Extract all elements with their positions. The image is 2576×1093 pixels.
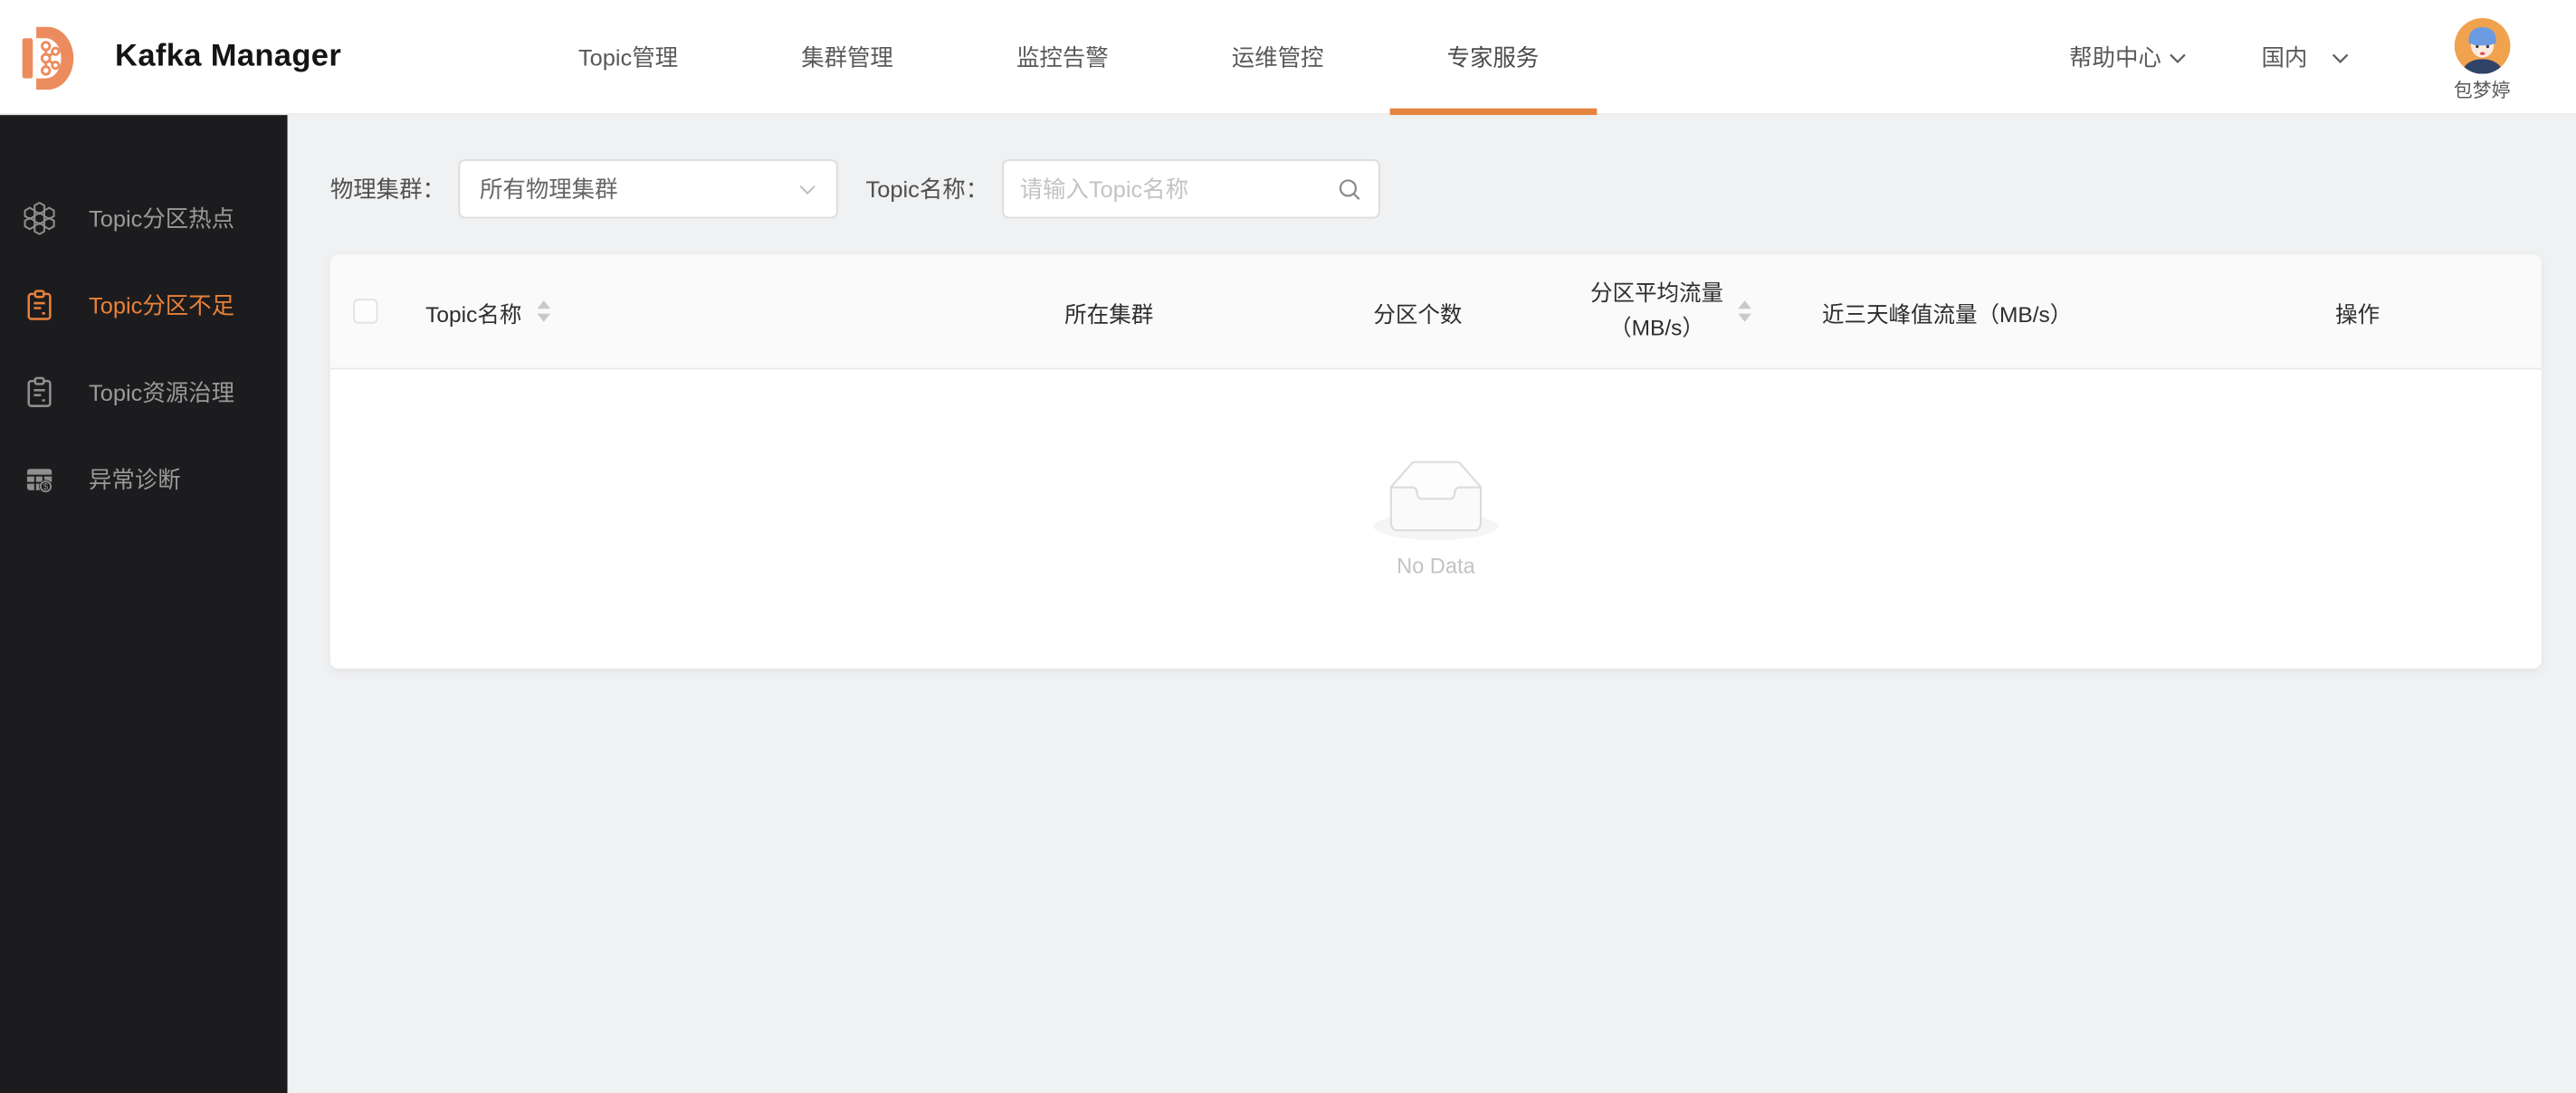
nav-item-expert-service[interactable]: 专家服务	[1389, 0, 1597, 115]
region-selector[interactable]: 国内	[2261, 41, 2348, 73]
svg-text:$: $	[43, 481, 49, 491]
table-header-cluster: 所在集群	[961, 295, 1257, 328]
top-navbar: Kafka Manager Topic管理 集群管理 监控告警 运维管控 专家服…	[0, 0, 2576, 115]
diagnosis-table-icon: $	[23, 462, 55, 495]
table-header-avg-partition-traffic: 分区平均流量 （MB/s）	[1579, 277, 1762, 346]
nav-item-ops-control[interactable]: 运维管控	[1174, 0, 1381, 115]
sort-toggle[interactable]	[1738, 300, 1751, 322]
table-header-topic-name: Topic名称	[405, 295, 961, 328]
table-header-checkbox-cell	[330, 299, 405, 323]
caret-down-icon	[1738, 314, 1751, 322]
topic-name-input[interactable]	[1020, 176, 1337, 202]
clipboard-icon	[23, 375, 55, 408]
help-center-menu[interactable]: 帮助中心	[2069, 41, 2186, 73]
username: 包梦婷	[2454, 77, 2511, 103]
cluster-filter-label: 物理集群：	[330, 173, 445, 205]
brand: Kafka Manager	[20, 0, 341, 115]
no-data-label: No Data	[1397, 554, 1475, 578]
table-header-actions: 操作	[2173, 295, 2542, 328]
sidebar-item-topic-partition-hotspot[interactable]: Topic分区热点	[0, 174, 288, 261]
sort-toggle[interactable]	[537, 300, 550, 322]
search-icon[interactable]	[1337, 176, 1361, 201]
nav-item-cluster-manage[interactable]: 集群管理	[744, 0, 951, 115]
caret-up-icon	[537, 300, 550, 309]
table-empty-state: No Data	[330, 369, 2542, 668]
nav-item-topic-manage[interactable]: Topic管理	[520, 0, 735, 115]
main-nav: Topic管理 集群管理 监控告警 运维管控 专家服务	[520, 0, 1596, 115]
select-all-checkbox[interactable]	[353, 299, 377, 323]
app-root: Kafka Manager Topic管理 集群管理 监控告警 运维管控 专家服…	[0, 0, 2576, 1093]
topic-name-filter-label: Topic名称：	[866, 173, 989, 205]
cluster-select-value: 所有物理集群	[480, 173, 798, 205]
chevron-down-icon	[2168, 52, 2186, 63]
hexagon-cluster-icon	[23, 201, 55, 233]
chevron-down-icon	[798, 183, 816, 195]
sidebar-item-topic-resource-governance[interactable]: Topic资源治理	[0, 348, 288, 435]
empty-box-icon	[1373, 460, 1498, 540]
caret-down-icon	[537, 314, 550, 322]
app-title: Kafka Manager	[115, 40, 341, 76]
navbar-right: 帮助中心 国内	[2069, 0, 2510, 115]
nav-item-monitor-alert[interactable]: 监控告警	[959, 0, 1166, 115]
clipboard-icon	[23, 289, 55, 321]
table-header-partition-count: 分区个数	[1257, 295, 1579, 328]
topic-name-inputwrap	[1002, 159, 1379, 218]
user-menu[interactable]: 包梦婷	[2454, 0, 2511, 115]
topic-table-card: Topic名称 所在集群 分区个数 分区平均流量 （MB/s）	[330, 254, 2542, 668]
kafka-manager-logo-icon	[20, 23, 76, 93]
sidebar-item-topic-partition-insufficient[interactable]: Topic分区不足	[0, 261, 288, 348]
main-content: 物理集群： 所有物理集群 Topic名称： Topic名称	[288, 115, 2576, 1093]
active-tab-underline	[1389, 109, 1597, 115]
cluster-select[interactable]: 所有物理集群	[458, 159, 837, 218]
chevron-down-icon	[2331, 52, 2349, 63]
sidebar-item-anomaly-diagnosis[interactable]: $ 异常诊断	[0, 435, 288, 522]
filter-bar: 物理集群： 所有物理集群 Topic名称：	[288, 115, 2576, 218]
avatar	[2454, 18, 2510, 74]
caret-up-icon	[1738, 300, 1751, 309]
sidebar: Topic分区热点 Topic分区不足 Topic资源治理	[0, 115, 288, 1093]
table-header-peak-traffic-3d: 近三天峰值流量（MB/s）	[1763, 295, 2174, 328]
table-header-row: Topic名称 所在集群 分区个数 分区平均流量 （MB/s）	[330, 254, 2542, 369]
